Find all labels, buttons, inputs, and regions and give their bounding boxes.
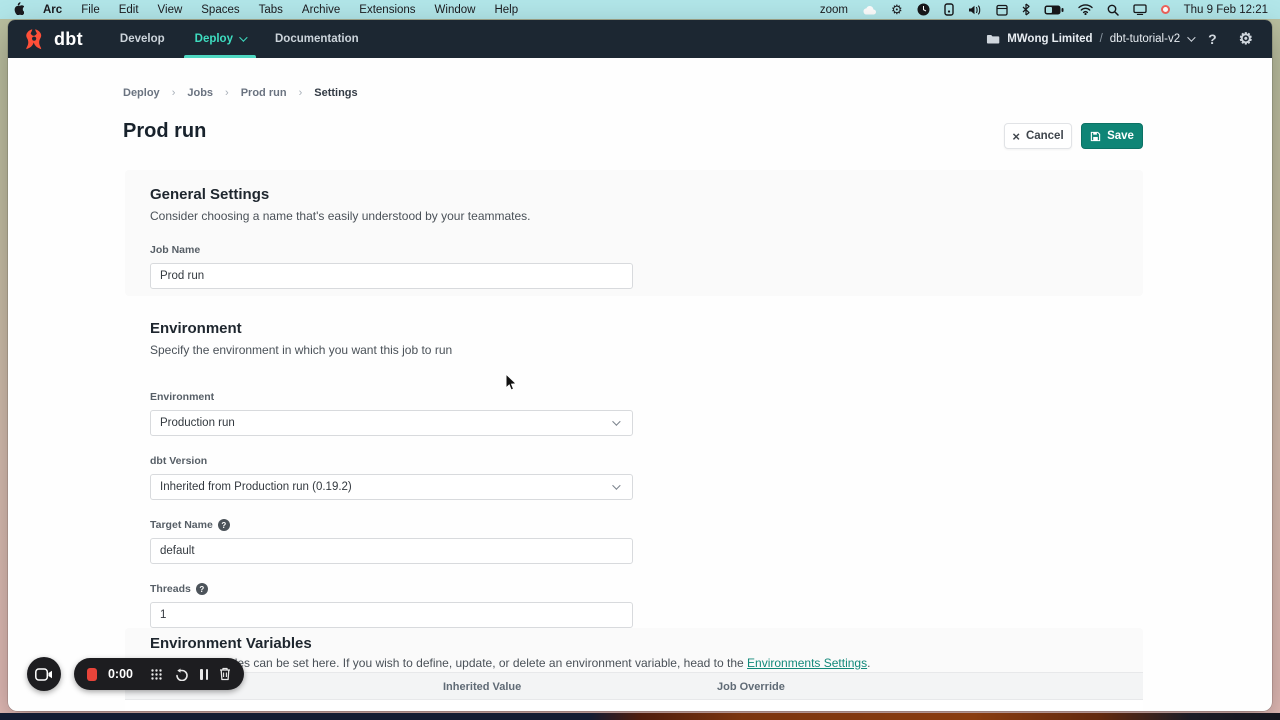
environment-select[interactable]: Production run bbox=[150, 410, 633, 436]
dbt-navbar: dbt Develop Deploy Documentation MWong L… bbox=[8, 20, 1272, 58]
target-name-label: Target Name ? bbox=[150, 519, 1120, 531]
environment-variables-section: Environment Variables Job level override… bbox=[125, 628, 1143, 711]
help-tooltip-icon[interactable]: ? bbox=[218, 519, 230, 531]
breadcrumb: Deploy › Jobs › Prod run › Settings bbox=[123, 87, 358, 99]
nav-link-develop[interactable]: Develop bbox=[105, 20, 180, 58]
threads-input[interactable] bbox=[150, 602, 633, 628]
job-name-label: Job Name bbox=[150, 244, 1118, 256]
folder-icon bbox=[986, 34, 1000, 45]
restart-recording-icon[interactable] bbox=[174, 668, 189, 681]
target-name-input[interactable] bbox=[150, 538, 633, 564]
apple-menu-icon[interactable] bbox=[12, 1, 24, 18]
chevron-down-icon bbox=[1187, 33, 1195, 41]
gear-icon[interactable]: ⚙ bbox=[1232, 29, 1260, 49]
clock-app-icon[interactable] bbox=[917, 3, 930, 16]
env-vars-table-header: Inherited Value Job Override bbox=[125, 672, 1143, 700]
spotlight-search-icon[interactable] bbox=[1107, 4, 1119, 16]
menubar-clock[interactable]: Thu 9 Feb 12:21 bbox=[1184, 4, 1268, 16]
drag-handle-icon[interactable] bbox=[150, 668, 163, 681]
menubar-item-help[interactable]: Help bbox=[494, 4, 518, 16]
dbt-brand-text: dbt bbox=[54, 29, 83, 50]
cancel-button[interactable]: × Cancel bbox=[1004, 123, 1072, 149]
breadcrumb-settings: Settings bbox=[314, 87, 357, 99]
help-tooltip-icon[interactable]: ? bbox=[196, 583, 208, 595]
general-settings-section: General Settings Consider choosing a nam… bbox=[125, 170, 1143, 296]
environment-variables-heading: Environment Variables bbox=[150, 635, 1118, 652]
video-camera-icon bbox=[35, 668, 53, 681]
zoom-menu-item[interactable]: zoom bbox=[820, 4, 848, 16]
save-button[interactable]: Save bbox=[1081, 123, 1143, 149]
dbt-logo-icon bbox=[22, 26, 48, 52]
desktop-wallpaper-strip bbox=[0, 713, 1280, 720]
menubar-app-name[interactable]: Arc bbox=[43, 4, 62, 16]
nav-link-documentation[interactable]: Documentation bbox=[260, 20, 374, 58]
screen-mirroring-icon[interactable] bbox=[1133, 4, 1147, 15]
bluetooth-status-icon[interactable] bbox=[1022, 3, 1030, 16]
column-job-override: Job Override bbox=[717, 681, 785, 693]
menubar-item-file[interactable]: File bbox=[81, 4, 100, 16]
dbt-version-label: dbt Version bbox=[150, 455, 1120, 467]
menubar-item-tabs[interactable]: Tabs bbox=[259, 4, 283, 16]
environments-settings-link[interactable]: Environments Settings bbox=[747, 656, 867, 670]
menubar-item-view[interactable]: View bbox=[158, 4, 183, 16]
calendar-status-icon[interactable] bbox=[996, 4, 1008, 16]
help-button[interactable]: ? bbox=[1201, 31, 1224, 47]
cloud-status-icon[interactable] bbox=[862, 5, 877, 15]
stop-recording-button[interactable] bbox=[87, 668, 97, 681]
menubar-item-archive[interactable]: Archive bbox=[302, 4, 340, 16]
breadcrumb-separator: › bbox=[172, 87, 176, 99]
menubar-item-edit[interactable]: Edit bbox=[119, 4, 139, 16]
recording-indicator-icon[interactable] bbox=[1161, 5, 1170, 14]
chevron-down-icon bbox=[612, 481, 620, 489]
delete-recording-icon[interactable] bbox=[219, 667, 231, 681]
app-box-icon[interactable] bbox=[944, 3, 954, 16]
pause-recording-icon[interactable] bbox=[200, 669, 208, 680]
nav-link-deploy[interactable]: Deploy bbox=[180, 20, 260, 58]
environment-heading: Environment bbox=[150, 320, 1120, 337]
chevron-down-icon bbox=[239, 33, 247, 41]
environment-section: Environment Specify the environment in w… bbox=[150, 320, 1120, 628]
wifi-status-icon[interactable] bbox=[1078, 4, 1093, 15]
environment-select-label: Environment bbox=[150, 391, 1120, 403]
menubar-item-spaces[interactable]: Spaces bbox=[201, 4, 239, 16]
column-inherited-value: Inherited Value bbox=[443, 681, 521, 693]
env-vars-table-row bbox=[125, 700, 1143, 711]
general-settings-description: Consider choosing a name that's easily u… bbox=[150, 209, 1118, 223]
volume-status-icon[interactable] bbox=[968, 4, 982, 16]
settings-status-icon[interactable]: ⚙ bbox=[891, 3, 903, 16]
environment-variables-description: Job level overrides can be set here. If … bbox=[150, 656, 1118, 670]
general-settings-heading: General Settings bbox=[150, 186, 1118, 203]
recording-toolbar: 0:00 bbox=[74, 658, 244, 690]
breadcrumb-separator: › bbox=[225, 87, 229, 99]
threads-label: Threads ? bbox=[150, 583, 1120, 595]
breadcrumb-prod-run[interactable]: Prod run bbox=[241, 87, 287, 99]
account-separator: / bbox=[1100, 33, 1103, 45]
menubar-item-extensions[interactable]: Extensions bbox=[359, 4, 415, 16]
dbt-logo[interactable]: dbt bbox=[20, 20, 91, 58]
recording-timer: 0:00 bbox=[108, 667, 133, 681]
environment-description: Specify the environment in which you wan… bbox=[150, 343, 1120, 357]
breadcrumb-deploy[interactable]: Deploy bbox=[123, 87, 160, 99]
battery-status-icon[interactable] bbox=[1044, 5, 1064, 15]
close-icon: × bbox=[1012, 130, 1020, 143]
dbt-version-select[interactable]: Inherited from Production run (0.19.2) bbox=[150, 474, 633, 500]
menubar-item-window[interactable]: Window bbox=[435, 4, 476, 16]
account-project-switcher[interactable]: MWong Limited / dbt-tutorial-v2 bbox=[986, 33, 1193, 45]
chevron-down-icon bbox=[612, 417, 620, 425]
account-name: MWong Limited bbox=[1007, 33, 1092, 45]
page-title: Prod run bbox=[123, 120, 206, 143]
browser-window: dbt Develop Deploy Documentation MWong L… bbox=[8, 20, 1272, 711]
breadcrumb-separator: › bbox=[299, 87, 303, 99]
job-name-input[interactable] bbox=[150, 263, 633, 289]
breadcrumb-jobs[interactable]: Jobs bbox=[187, 87, 213, 99]
project-name: dbt-tutorial-v2 bbox=[1110, 33, 1180, 45]
camera-button[interactable] bbox=[27, 657, 61, 691]
macos-menubar: Arc File Edit View Spaces Tabs Archive E… bbox=[0, 0, 1280, 19]
save-icon bbox=[1090, 131, 1101, 142]
